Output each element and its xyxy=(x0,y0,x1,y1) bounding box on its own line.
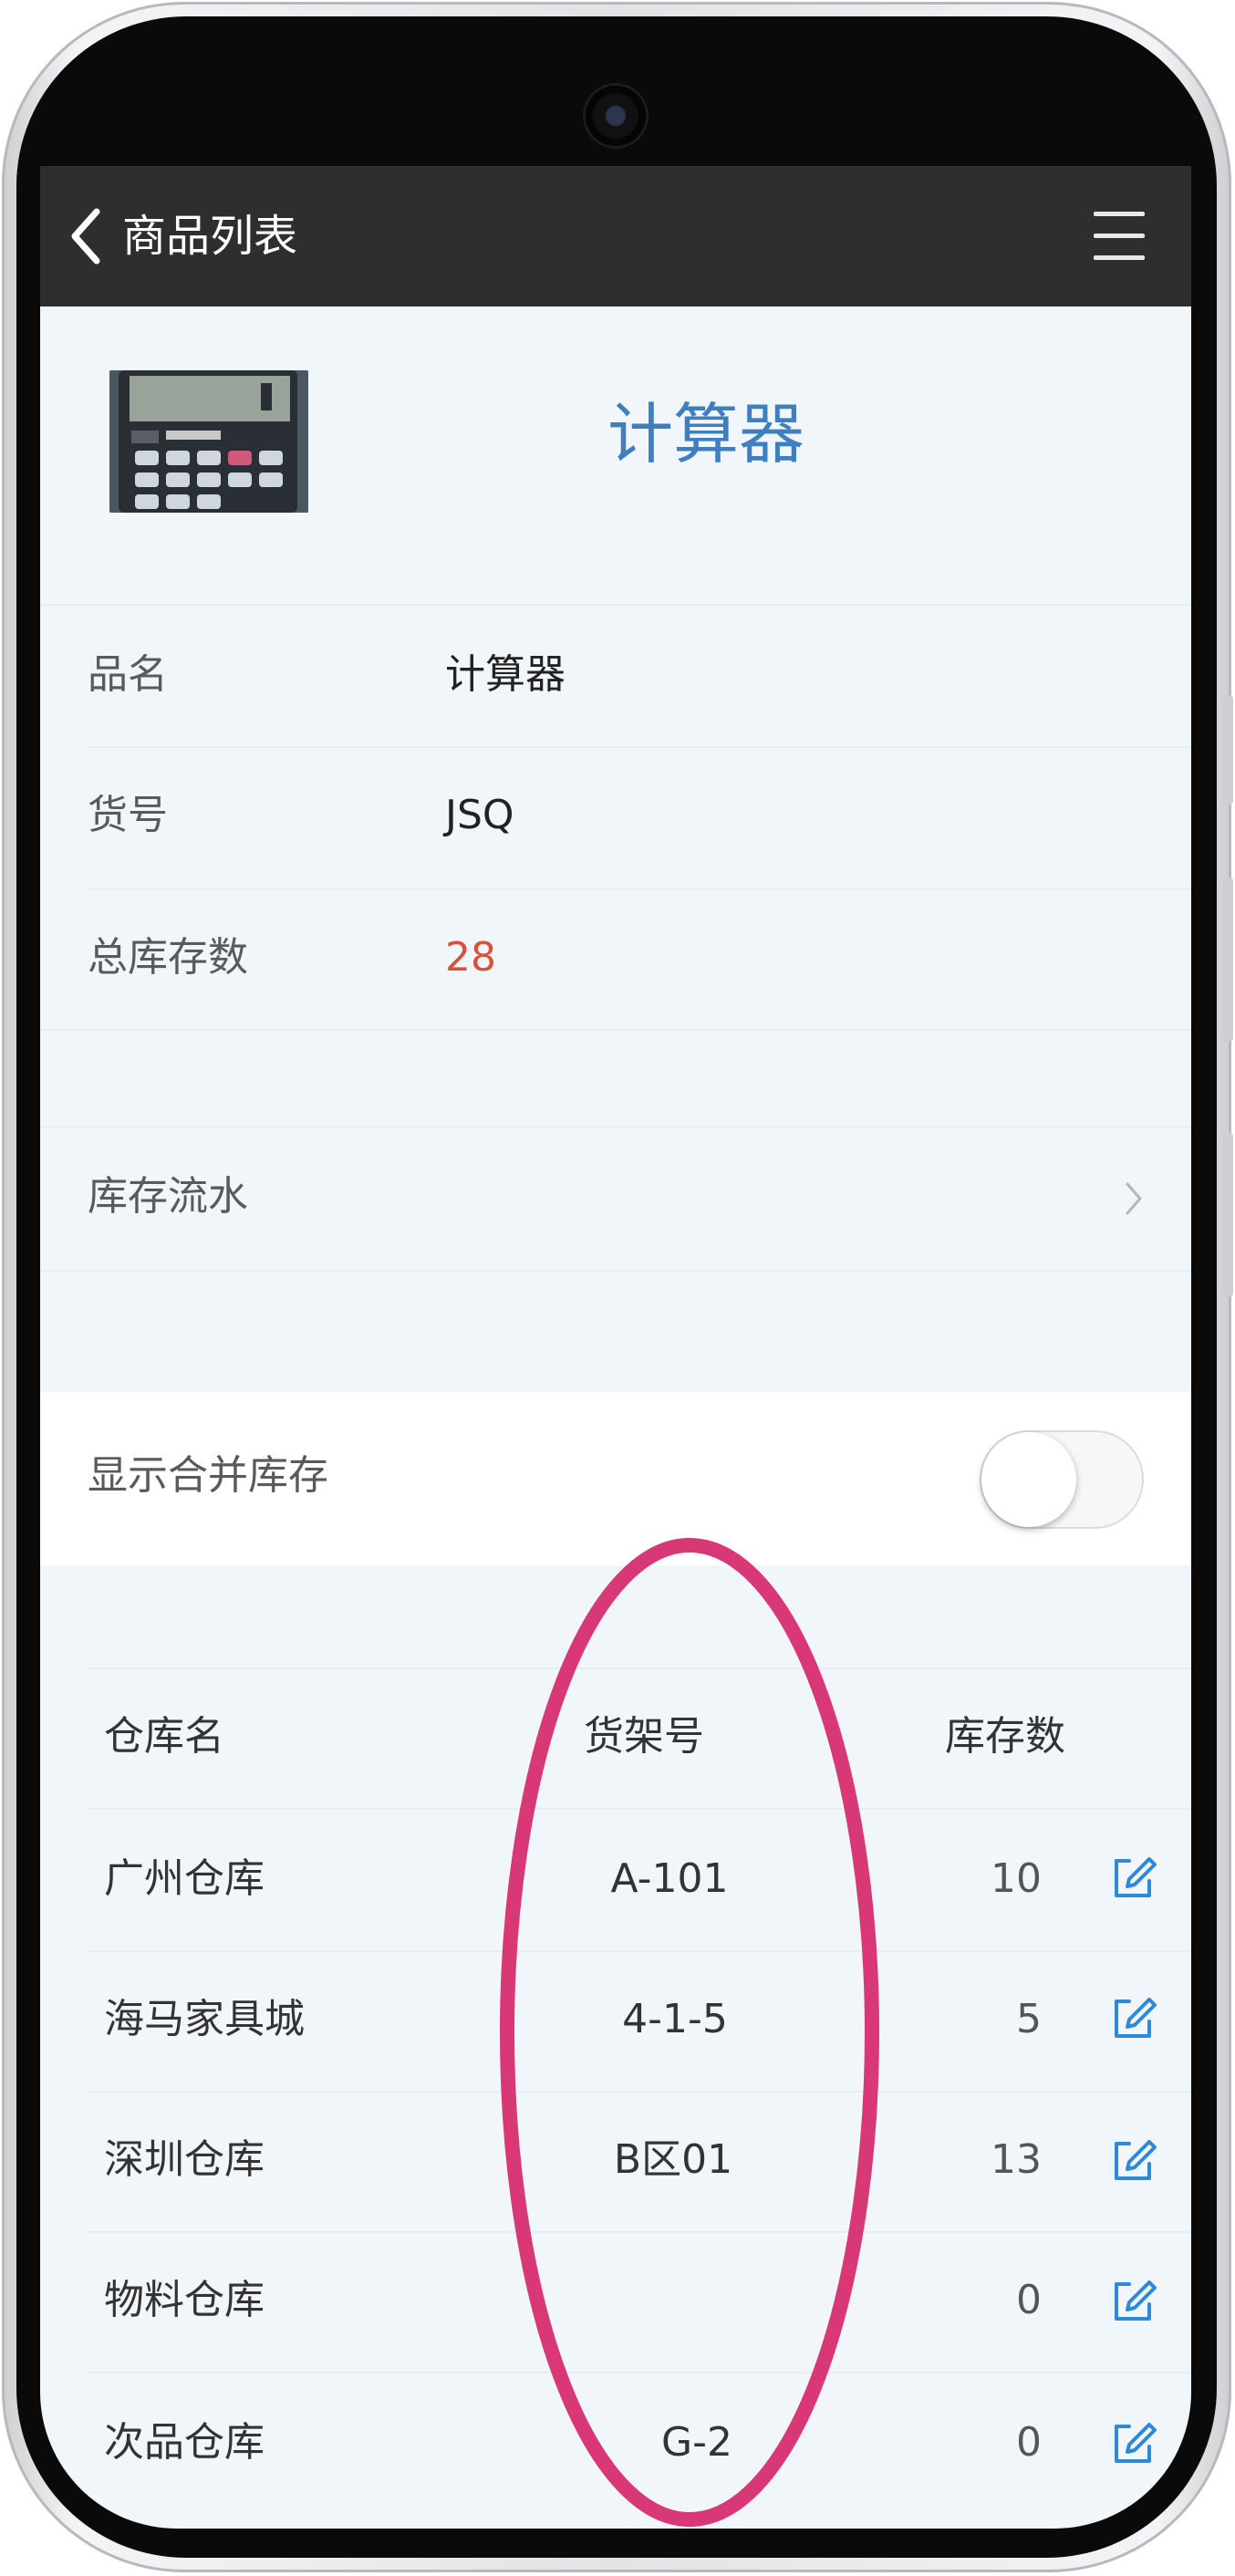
col-header-warehouse: 仓库名 xyxy=(104,1713,224,1760)
divider xyxy=(88,2372,1191,2373)
divider xyxy=(88,888,1191,890)
row-warehouse: 海马家具城 xyxy=(104,1996,305,2042)
stock-flow-row[interactable]: 库存流水 xyxy=(40,1127,1191,1270)
detail-value-code: JSQ xyxy=(445,792,514,838)
detail-label-name: 品名 xyxy=(88,651,168,698)
edit-icon[interactable] xyxy=(1109,2136,1158,2186)
detail-label-code: 货号 xyxy=(88,792,168,838)
chevron-left-icon[interactable] xyxy=(66,206,109,266)
row-qty: 5 xyxy=(1016,1996,1042,2042)
divider xyxy=(40,1270,1191,1272)
row-warehouse: 深圳仓库 xyxy=(104,2136,265,2183)
stock-flow-label: 库存流水 xyxy=(88,1173,248,1220)
merge-stock-label: 显示合并库存 xyxy=(88,1452,328,1499)
page-title: 商品列表 xyxy=(122,211,298,262)
power-button xyxy=(1222,1133,1233,1297)
top-bar: 商品列表 xyxy=(40,166,1191,306)
volume-up-button xyxy=(1222,695,1233,805)
divider xyxy=(88,2091,1191,2093)
row-qty: 0 xyxy=(1016,2277,1042,2323)
divider xyxy=(88,1950,1191,1952)
chevron-right-icon xyxy=(1126,1182,1142,1215)
detail-label-total-stock: 总库存数 xyxy=(88,934,248,981)
hamburger-menu-icon[interactable] xyxy=(1094,212,1145,261)
col-header-qty: 库存数 xyxy=(945,1713,1065,1760)
row-shelf: A-101 xyxy=(610,1855,729,1902)
product-image xyxy=(109,370,308,513)
product-title: 计算器 xyxy=(607,396,804,473)
divider xyxy=(40,604,1191,606)
row-qty: 10 xyxy=(991,1855,1042,1902)
edit-icon[interactable] xyxy=(1109,1994,1158,2043)
row-warehouse: 广州仓库 xyxy=(104,1855,265,1902)
divider xyxy=(40,1029,1191,1031)
row-warehouse: 次品仓库 xyxy=(104,2419,265,2466)
divider xyxy=(88,1808,1191,1810)
row-shelf: 4-1-5 xyxy=(622,1996,728,2042)
divider xyxy=(88,1667,1191,1669)
phone-frame: 商品列表 计算器 品名 计算器 货号 JSQ 总库存数 28 库存流水 显示合并… xyxy=(2,2,1233,2572)
detail-value-name: 计算器 xyxy=(445,651,566,698)
merge-stock-row: 显示合并库存 xyxy=(40,1392,1191,1565)
row-qty: 13 xyxy=(991,2136,1042,2183)
col-header-shelf: 货架号 xyxy=(584,1713,704,1760)
row-shelf: B区01 xyxy=(613,2136,733,2183)
row-shelf: G-2 xyxy=(661,2419,732,2466)
edit-icon[interactable] xyxy=(1109,2277,1158,2326)
front-camera-icon xyxy=(586,86,646,146)
row-warehouse: 物料仓库 xyxy=(104,2277,265,2323)
divider xyxy=(88,2231,1191,2233)
row-qty: 0 xyxy=(1016,2419,1042,2466)
edit-icon[interactable] xyxy=(1109,1854,1158,1903)
detail-value-total-stock: 28 xyxy=(445,934,496,981)
app-screen: 商品列表 计算器 品名 计算器 货号 JSQ 总库存数 28 库存流水 显示合并… xyxy=(40,166,1191,2529)
volume-down-button xyxy=(1222,878,1233,1042)
edit-icon[interactable] xyxy=(1109,2419,1158,2468)
merge-stock-toggle[interactable] xyxy=(980,1430,1144,1529)
toggle-knob xyxy=(981,1432,1076,1527)
divider xyxy=(88,746,1191,748)
